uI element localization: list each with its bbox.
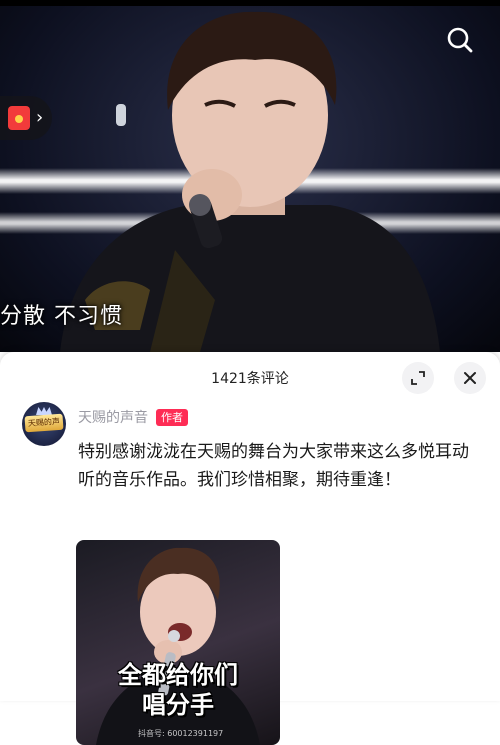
video-subtitle: 分散 不习惯 [0, 304, 123, 329]
avatar-logo: 天赐的声音 [24, 413, 64, 433]
comment-sticker-image[interactable]: 全都给你们 唱分手 抖音号: 60012391197 [76, 540, 280, 745]
comments-sheet: 1421条评论 天赐的声音 天赐的声音 作者 特别感谢泷泷在天赐的舞台为大家带来 [0, 352, 500, 745]
avatar[interactable]: 天赐的声音 [22, 402, 66, 446]
sticker-watermark: 抖音号: 60012391197 [138, 729, 224, 738]
red-packet-button[interactable]: › [0, 96, 52, 140]
expand-button[interactable] [402, 362, 434, 394]
red-packet-icon [8, 106, 30, 130]
close-button[interactable] [454, 362, 486, 394]
expand-icon [411, 371, 425, 385]
search-button[interactable] [442, 22, 478, 58]
comment-text: 特别感谢泷泷在天赐的舞台为大家带来这么多悦耳动听的音乐作品。我们珍惜相聚，期待重… [78, 442, 469, 490]
sticker-caption-line2: 唱分手 [142, 691, 214, 719]
chevron-right-icon: › [36, 107, 44, 128]
search-icon [447, 27, 473, 53]
video-player[interactable]: › 分散 不习惯 [0, 0, 500, 352]
author-badge: 作者 [156, 408, 188, 426]
comments-header: 1421条评论 [0, 352, 500, 404]
close-icon [464, 372, 476, 384]
comment-author-row: 天赐的声音 作者 [78, 407, 188, 427]
comment-username[interactable]: 天赐的声音 [78, 407, 148, 427]
avatar-logo-text: 天赐的声音 [27, 416, 61, 429]
sticker-caption-line1: 全都给你们 [118, 661, 238, 689]
